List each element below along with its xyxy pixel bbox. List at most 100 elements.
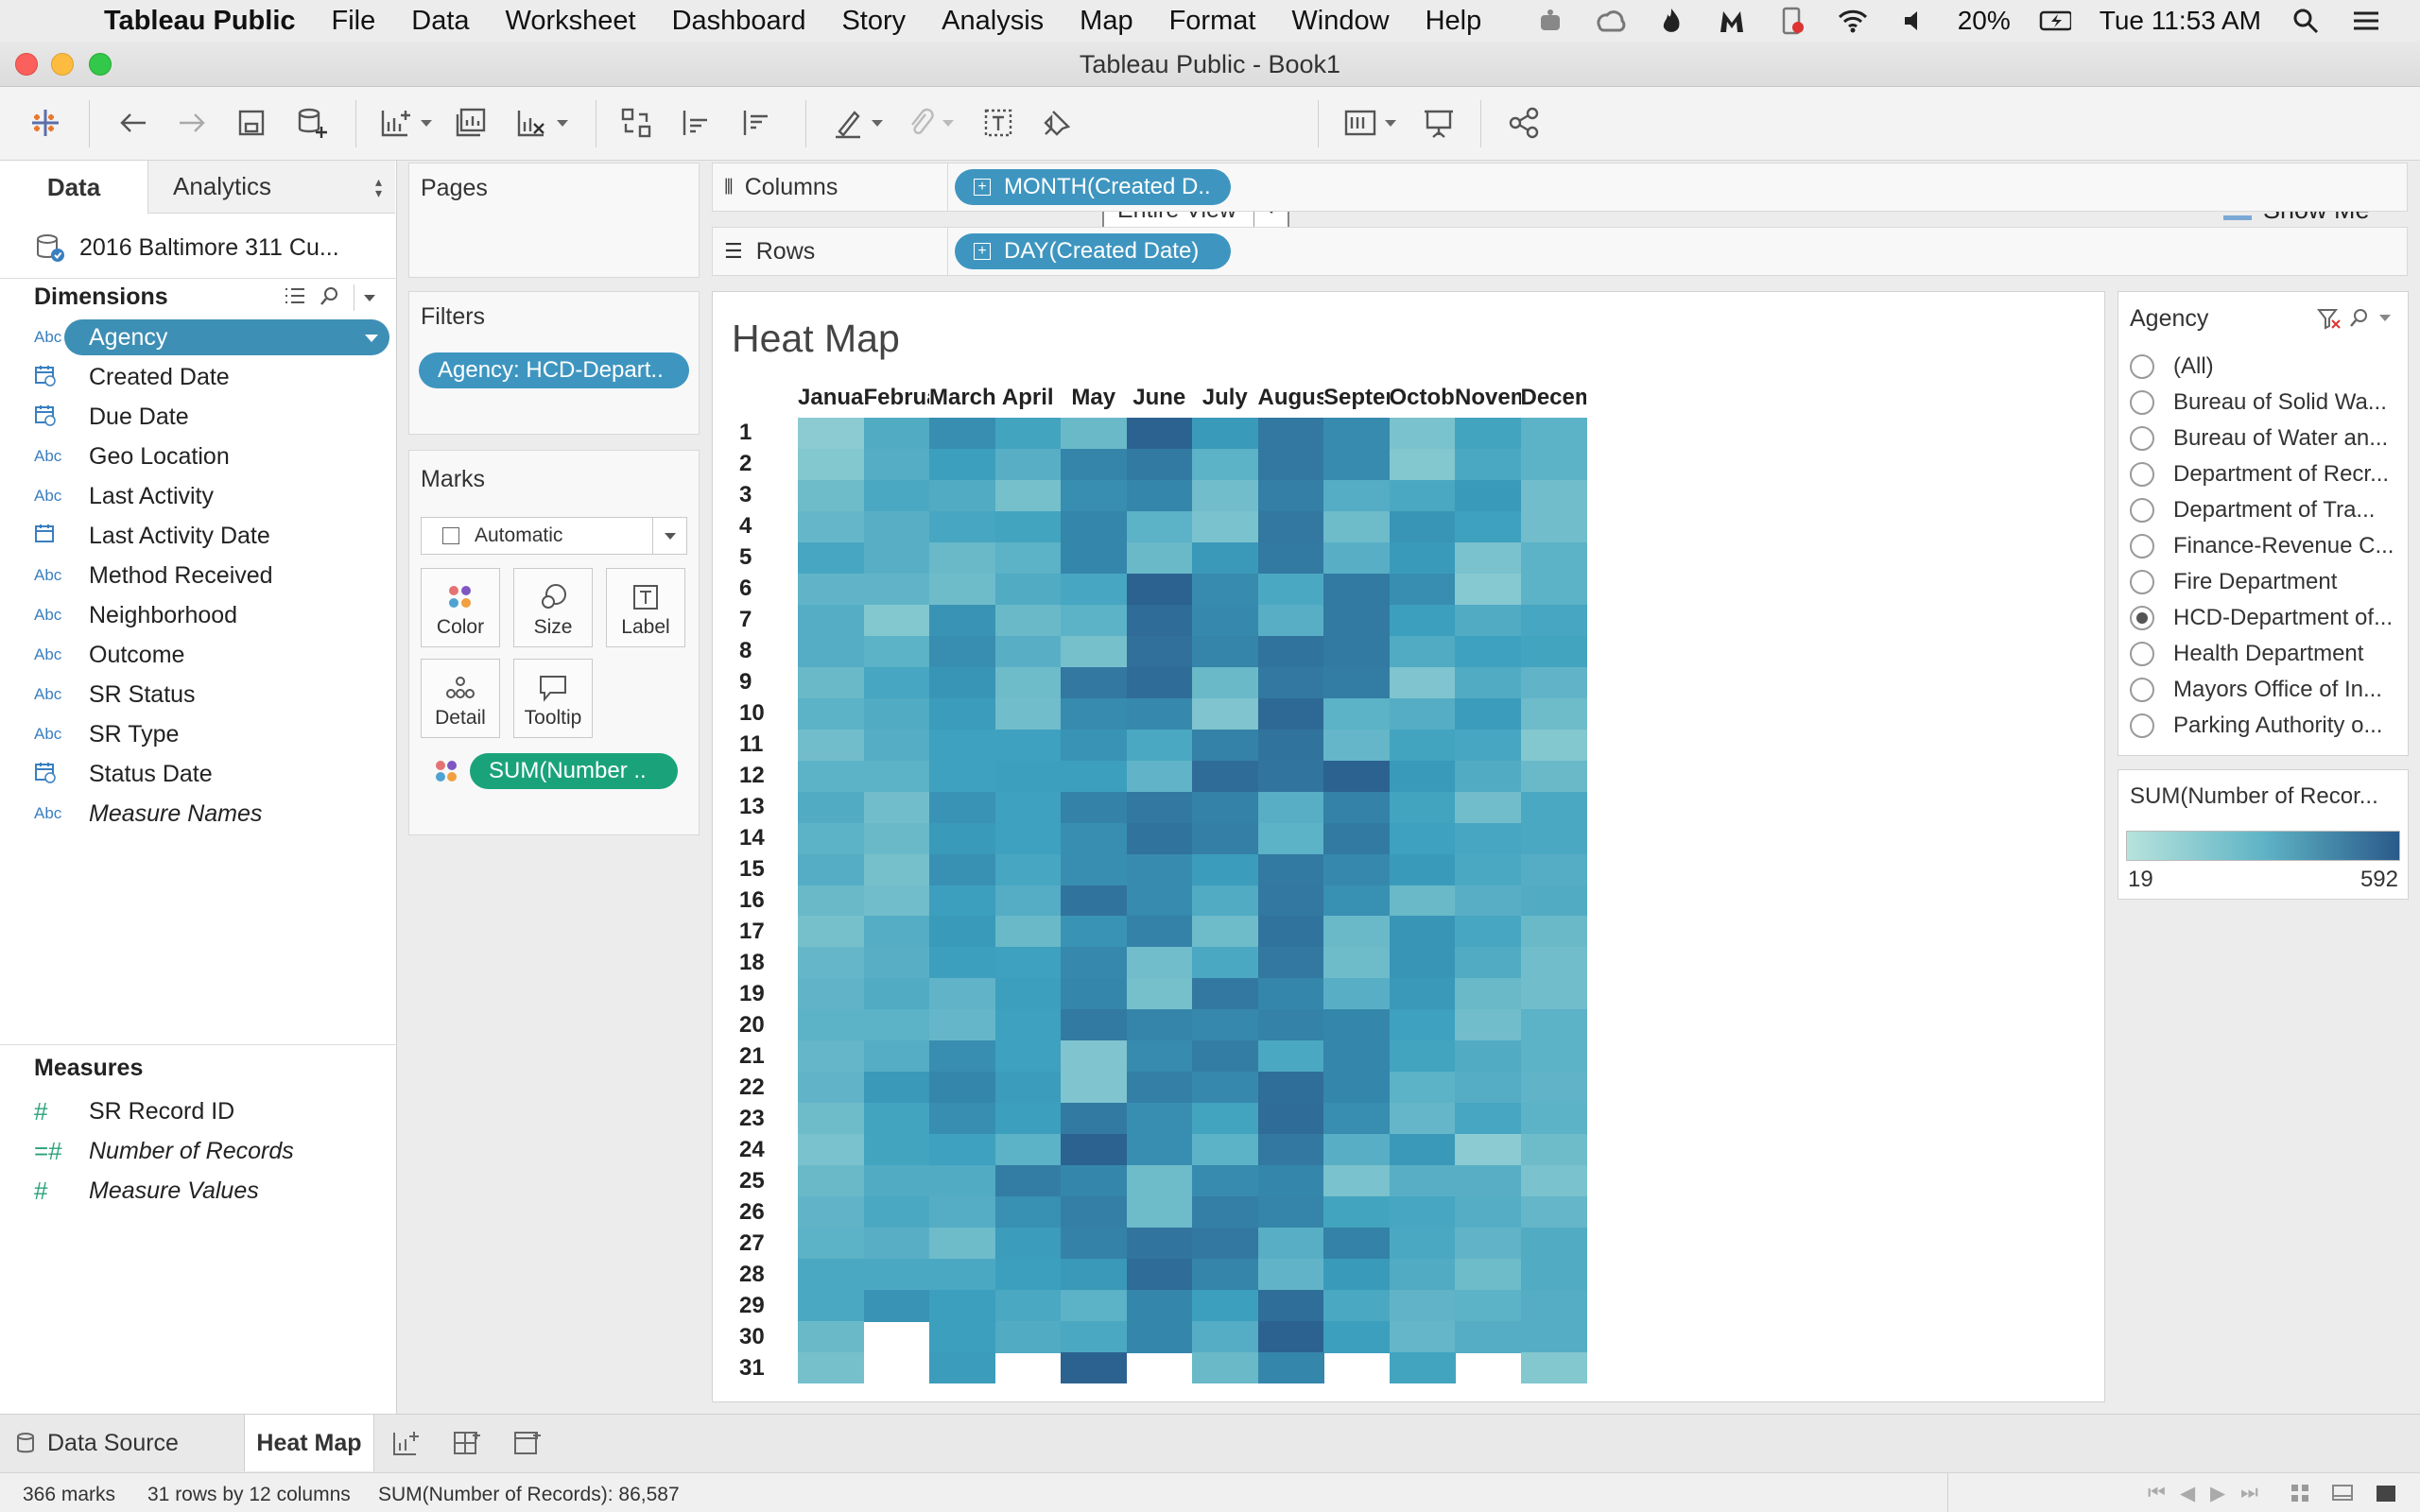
heatmap-cell[interactable] [1389, 1040, 1456, 1073]
day-header[interactable]: 5 [739, 542, 752, 574]
heatmap-cell[interactable] [1126, 510, 1193, 543]
heatmap-cell[interactable] [1389, 479, 1456, 512]
heatmap-cell[interactable] [1257, 760, 1324, 793]
day-header[interactable]: 24 [739, 1134, 765, 1165]
month-header[interactable]: February [864, 385, 930, 417]
heatmap-cell[interactable] [1323, 1290, 1390, 1322]
heatmap-cell[interactable] [1192, 1134, 1258, 1166]
month-header[interactable]: Novemb.. [1455, 385, 1521, 417]
detail-button[interactable]: Detail [421, 659, 500, 738]
heatmap-cell[interactable] [1257, 448, 1324, 481]
data-source-tab[interactable]: Data Source [15, 1415, 179, 1471]
heatmap-cell[interactable] [994, 853, 1062, 885]
heatmap-cell[interactable] [929, 1040, 995, 1073]
heatmap-cell[interactable] [1061, 1196, 1127, 1228]
heatmap-cell[interactable] [1389, 635, 1456, 668]
heatmap-cell[interactable] [1192, 916, 1258, 948]
day-header[interactable]: 30 [739, 1321, 765, 1352]
heatmap-cell[interactable] [1455, 1103, 1521, 1135]
heatmap-cell[interactable] [798, 1290, 864, 1322]
heatmap-cell[interactable] [1520, 1228, 1587, 1260]
dimension-status-date[interactable]: Status Date [34, 756, 389, 792]
heatmap-cell[interactable] [1455, 1134, 1521, 1166]
heatmap-cell[interactable] [1126, 541, 1193, 575]
heatmap-cell[interactable] [1192, 853, 1258, 885]
heatmap-cell[interactable] [1192, 573, 1258, 606]
heatmap-cell[interactable] [1520, 822, 1587, 855]
agency-filter-pill[interactable]: Agency: HCD-Depart.. [419, 352, 689, 388]
battery-charging-icon[interactable] [2039, 7, 2071, 35]
heatmap-cell[interactable] [994, 760, 1062, 793]
agency-option[interactable]: Fire Department [2130, 564, 2337, 600]
month-header[interactable]: Decemb.. [1521, 385, 1587, 417]
heatmap-cell[interactable] [1389, 822, 1456, 855]
heatmap-cell[interactable] [1455, 1165, 1521, 1197]
flame-icon[interactable] [1655, 7, 1687, 35]
agency-option[interactable]: Mayors Office of In... [2130, 672, 2382, 708]
heatmap-cell[interactable] [1520, 1072, 1587, 1104]
dimension-outcome[interactable]: Abc Outcome [34, 637, 389, 673]
month-header[interactable]: July [1192, 385, 1258, 417]
menu-window[interactable]: Window [1291, 6, 1389, 37]
heatmap-cell[interactable] [1455, 541, 1521, 575]
heatmap-cell[interactable] [1192, 1228, 1258, 1260]
heatmap-cell[interactable] [1061, 1009, 1127, 1041]
heatmap-cell[interactable] [1257, 541, 1324, 575]
heatmap-cell[interactable] [929, 1352, 995, 1384]
heatmap-cell[interactable] [1455, 1196, 1521, 1228]
heatmap-cell[interactable] [1257, 1259, 1324, 1291]
filmstrip-icon[interactable] [2331, 1483, 2356, 1509]
heatmap-cell[interactable] [1520, 573, 1587, 606]
heatmap-cell[interactable] [1257, 1196, 1324, 1228]
day-header[interactable]: 25 [739, 1165, 765, 1196]
heatmap-cell[interactable] [1323, 822, 1390, 855]
heatmap-cell[interactable] [994, 666, 1062, 699]
save-icon[interactable] [231, 102, 272, 144]
heatmap-cell[interactable] [1192, 510, 1258, 543]
heatmap-cell[interactable] [1192, 604, 1258, 637]
first-page-icon[interactable]: ⏮ [2148, 1482, 2166, 1504]
radio-button-icon[interactable] [2130, 354, 2154, 379]
show-mark-labels-icon[interactable] [979, 102, 1017, 144]
heatmap-cell[interactable] [863, 1196, 930, 1228]
view-list-icon[interactable] [284, 286, 306, 310]
heatmap-cell[interactable] [929, 760, 995, 793]
heatmap-cell[interactable] [1389, 760, 1456, 793]
heatmap-cell[interactable] [994, 791, 1062, 824]
heatmap-cell[interactable] [994, 1259, 1062, 1291]
color-measure-pill[interactable]: SUM(Number .. [470, 753, 678, 789]
heatmap-cell[interactable] [1389, 697, 1456, 730]
heatmap-cell[interactable] [1061, 418, 1127, 450]
heatmap-cell[interactable] [929, 479, 995, 512]
clear-sheet-icon[interactable] [509, 102, 575, 144]
new-worksheet-tab-icon[interactable] [391, 1415, 422, 1471]
heatmap-cell[interactable] [929, 822, 995, 855]
day-header[interactable]: 9 [739, 667, 752, 698]
heatmap-cell[interactable] [1257, 479, 1324, 512]
heatmap-cell[interactable] [1061, 1040, 1127, 1073]
heatmap-cell[interactable] [1257, 1352, 1324, 1384]
heatmap-cell[interactable] [929, 1196, 995, 1228]
dimension-created-date[interactable]: Created Date [34, 359, 389, 395]
zoom-window-button[interactable] [89, 53, 112, 76]
heatmap-cell[interactable] [1323, 1228, 1390, 1260]
heatmap-cell[interactable] [994, 822, 1062, 855]
heatmap-cell[interactable] [798, 1103, 864, 1135]
agency-option[interactable]: HCD-Department of... [2130, 600, 2393, 636]
heatmap-cell[interactable] [798, 510, 864, 543]
heatmap-cell[interactable] [929, 541, 995, 575]
tab-data[interactable]: Data [0, 161, 147, 214]
menu-dashboard[interactable]: Dashboard [672, 6, 806, 37]
heatmap-cell[interactable] [1455, 573, 1521, 606]
heatmap-cell[interactable] [929, 1103, 995, 1135]
heatmap-cell[interactable] [1192, 1103, 1258, 1135]
heatmap-cell[interactable] [994, 1196, 1062, 1228]
radio-button-icon[interactable] [2130, 426, 2154, 451]
dimension-sr-type[interactable]: Abc SR Type [34, 716, 389, 752]
heatmap-cell[interactable] [863, 541, 930, 575]
heatmap-cell[interactable] [1192, 978, 1258, 1010]
month-header[interactable]: August [1258, 385, 1324, 417]
heatmap-cell[interactable] [1389, 1009, 1456, 1041]
month-header[interactable]: Septem.. [1323, 385, 1390, 417]
heatmap-cell[interactable] [1061, 822, 1127, 855]
